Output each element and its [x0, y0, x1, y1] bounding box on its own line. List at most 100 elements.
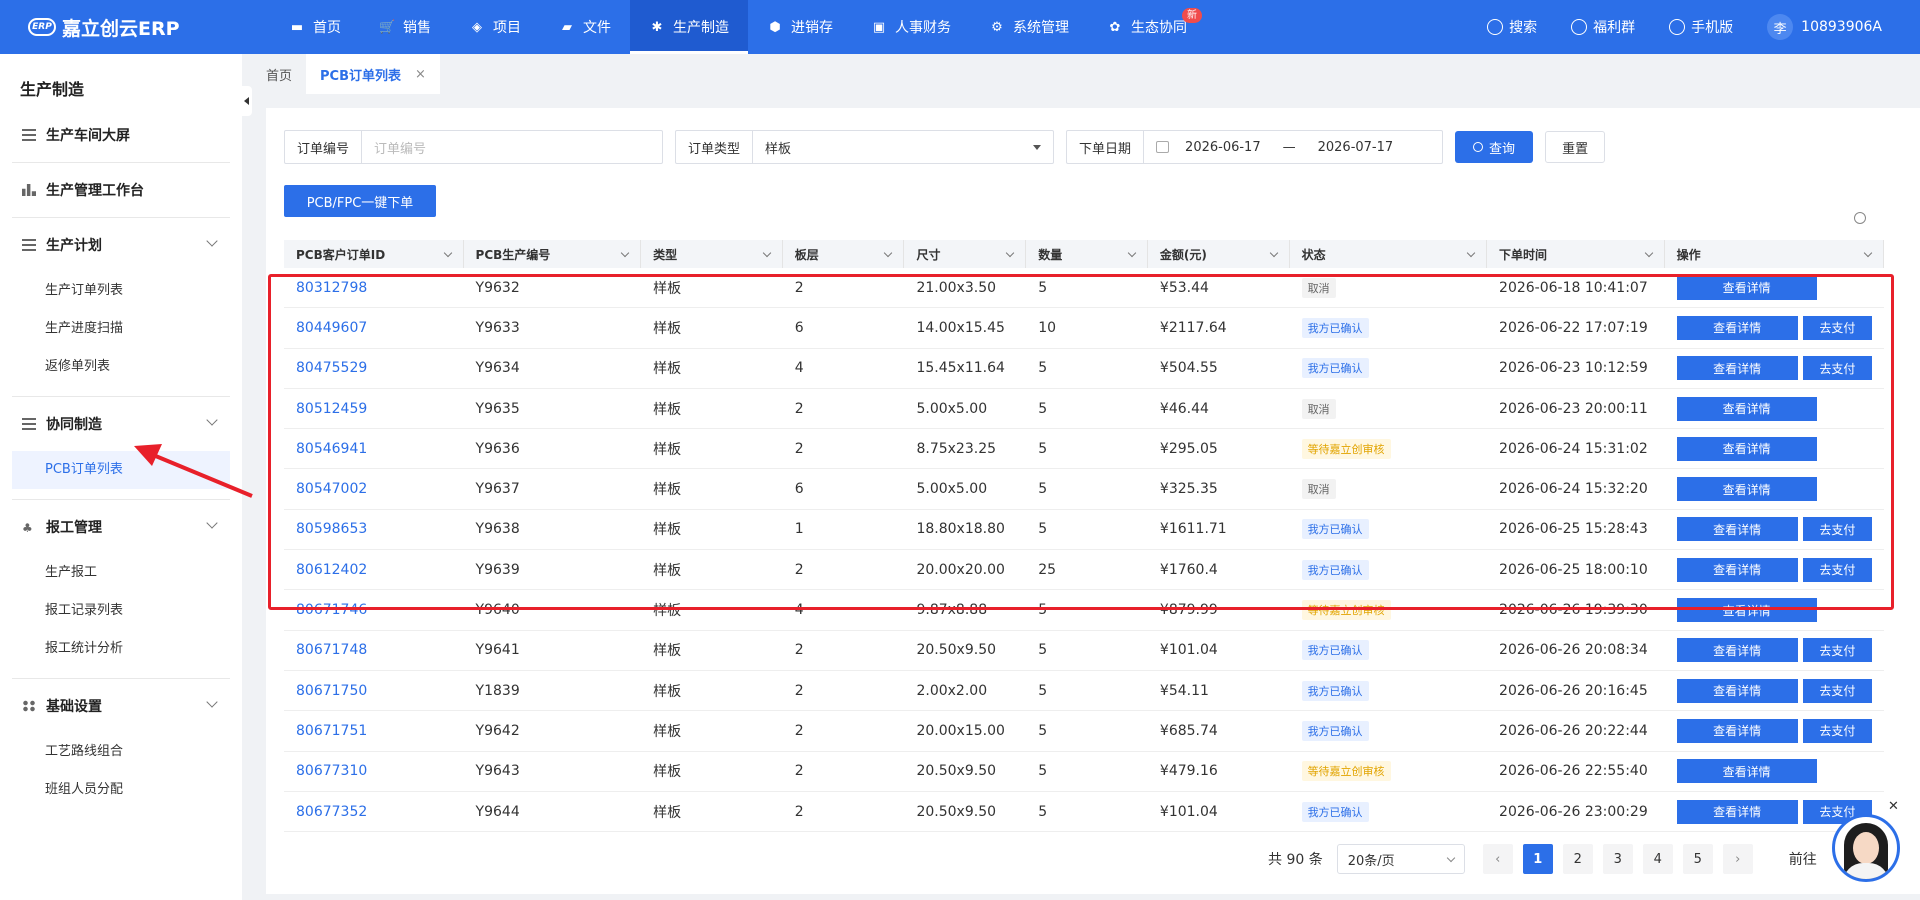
order-id-link[interactable]: 80547002 [284, 481, 464, 497]
pay-button[interactable]: 去支付 [1802, 557, 1873, 582]
view-detail-button[interactable]: 查看详情 [1676, 759, 1817, 784]
search-link[interactable]: 搜索 [1487, 17, 1537, 37]
nav-item-8[interactable]: ✿ 生态协同新 [1088, 0, 1206, 54]
order-id-link[interactable]: 80677310 [284, 763, 464, 779]
nav-item-6[interactable]: ▣ 人事财务 [852, 0, 970, 54]
nav-item-7[interactable]: ⚙ 系统管理 [970, 0, 1088, 54]
sidebar-item[interactable]: 生产订单列表 [12, 272, 230, 310]
order-id-link[interactable]: 80671751 [284, 723, 464, 739]
nav-item-2[interactable]: ◈ 项目 [450, 0, 540, 54]
sidebar-item[interactable]: 生产进度扫描 [12, 310, 230, 348]
pay-button[interactable]: 去支付 [1802, 638, 1873, 663]
cell-time: 2026-06-24 15:32:20 [1499, 481, 1648, 498]
column-settings-icon[interactable] [1854, 212, 1866, 224]
view-detail-button[interactable]: 查看详情 [1676, 275, 1817, 300]
sidebar-collapse-handle[interactable] [242, 86, 252, 116]
nav-item-1[interactable]: 🛒 销售 [360, 0, 450, 54]
view-detail-button[interactable]: 查看详情 [1676, 678, 1798, 703]
sidebar-group-header[interactable]: 基础设置 [12, 679, 230, 733]
order-id-link[interactable]: 80312798 [284, 280, 464, 296]
view-detail-button[interactable]: 查看详情 [1676, 638, 1798, 663]
tab-home[interactable]: 首页 [252, 54, 306, 94]
sidebar-item[interactable]: 工艺路线组合 [12, 733, 230, 771]
query-button[interactable]: 查询 [1455, 131, 1534, 163]
reset-button[interactable]: 重置 [1545, 131, 1606, 163]
order-id-link[interactable]: 80671746 [284, 602, 464, 618]
order-id-link[interactable]: 80546941 [284, 441, 464, 457]
order-id-link[interactable]: 80677352 [284, 804, 464, 820]
pay-button[interactable]: 去支付 [1802, 315, 1873, 340]
nav-item-4[interactable]: ✱ 生产制造 [630, 0, 748, 54]
column-header[interactable]: 类型 [641, 240, 783, 268]
date-end[interactable]: 2026-07-17 [1318, 140, 1394, 155]
welfare-group-link[interactable]: 福利群 [1571, 17, 1635, 37]
view-detail-button[interactable]: 查看详情 [1676, 799, 1798, 824]
status-badge: 我方已确认 [1301, 720, 1369, 741]
view-detail-button[interactable]: 查看详情 [1676, 356, 1798, 381]
view-detail-button[interactable]: 查看详情 [1676, 315, 1798, 340]
page-size-select[interactable]: 20条/页 [1336, 844, 1465, 874]
column-header[interactable]: 数量 [1026, 240, 1148, 268]
pay-button[interactable]: 去支付 [1802, 718, 1873, 743]
order-id-link[interactable]: 80475529 [284, 360, 464, 376]
nav-item-5[interactable]: ⬢ 进销存 [748, 0, 852, 54]
date-start[interactable]: 2026-06-17 [1185, 140, 1261, 155]
finance-icon: ▣ [872, 19, 886, 35]
page-button-4[interactable]: 4 [1642, 844, 1673, 874]
view-detail-button[interactable]: 查看详情 [1676, 718, 1798, 743]
sidebar-group-header[interactable]: 生产车间大屏 [12, 108, 230, 162]
column-header[interactable]: 操作 [1665, 240, 1885, 268]
view-detail-button[interactable]: 查看详情 [1676, 517, 1798, 542]
sidebar-item[interactable]: 报工记录列表 [12, 592, 230, 630]
date-range-picker[interactable]: 2026-06-17 — 2026-07-17 [1144, 131, 1442, 163]
sidebar-item[interactable]: 报工统计分析 [12, 630, 230, 668]
sidebar-item[interactable]: 返修单列表 [12, 348, 230, 386]
column-header[interactable]: 尺寸 [904, 240, 1027, 268]
close-icon[interactable]: × [415, 67, 426, 82]
pay-button[interactable]: 去支付 [1802, 356, 1873, 381]
column-header[interactable]: 下单时间 [1487, 240, 1665, 268]
next-page-button[interactable]: › [1722, 844, 1753, 874]
view-detail-button[interactable]: 查看详情 [1676, 477, 1817, 502]
table-row: 80677352 Y9644 样板 2 20.50x9.50 5 ¥101.04 我方已确认 2… [284, 792, 1884, 833]
nav-item-3[interactable]: ▰ 文件 [540, 0, 630, 54]
order-id-link[interactable]: 80512459 [284, 401, 464, 417]
sidebar-group-header[interactable]: 生产管理工作台 [12, 163, 230, 217]
mobile-link[interactable]: 手机版 [1669, 17, 1733, 37]
order-no-input[interactable]: 订单编号 [362, 131, 662, 163]
order-id-link[interactable]: 80449607 [284, 320, 464, 336]
cell-prod: Y9636 [475, 440, 520, 457]
sidebar-item[interactable]: 生产报工 [12, 554, 230, 592]
sidebar-group-header[interactable]: ♣ 报工管理 [12, 500, 230, 554]
pay-button[interactable]: 去支付 [1802, 517, 1873, 542]
user-menu[interactable]: 李 10893906A [1767, 14, 1882, 40]
order-id-link[interactable]: 80671750 [284, 683, 464, 699]
page-button-5[interactable]: 5 [1682, 844, 1713, 874]
page-button-2[interactable]: 2 [1562, 844, 1593, 874]
column-header[interactable]: PCB客户订单ID [284, 240, 464, 268]
close-icon[interactable]: ✕ [1888, 799, 1899, 814]
column-header[interactable]: PCB生产编号 [464, 240, 642, 268]
column-header[interactable]: 金额(元) [1148, 240, 1290, 268]
page-button-1[interactable]: 1 [1522, 844, 1553, 874]
view-detail-button[interactable]: 查看详情 [1676, 557, 1798, 582]
pcb-fpc-order-button[interactable]: PCB/FPC一键下单 [284, 185, 436, 217]
pay-button[interactable]: 去支付 [1802, 678, 1873, 703]
column-header[interactable]: 状态 [1290, 240, 1488, 268]
order-id-link[interactable]: 80598653 [284, 521, 464, 537]
assistant-avatar[interactable] [1832, 814, 1900, 882]
page-button-3[interactable]: 3 [1602, 844, 1633, 874]
view-detail-button[interactable]: 查看详情 [1676, 598, 1817, 623]
order-id-link[interactable]: 80671748 [284, 642, 464, 658]
order-id-link[interactable]: 80612402 [284, 562, 464, 578]
nav-item-0[interactable]: ▬ 首页 [270, 0, 360, 54]
column-header[interactable]: 板层 [783, 240, 905, 268]
prev-page-button[interactable]: ‹ [1482, 844, 1513, 874]
order-type-select[interactable]: 样板 [753, 131, 1053, 163]
sidebar-group-header[interactable]: 生产计划 [12, 218, 230, 272]
view-detail-button[interactable]: 查看详情 [1676, 436, 1817, 461]
tab-pcb-orders[interactable]: PCB订单列表 × [306, 54, 440, 94]
sidebar-item[interactable]: 班组人员分配 [12, 771, 230, 809]
view-detail-button[interactable]: 查看详情 [1676, 396, 1817, 421]
app-logo[interactable]: ERP 嘉立创云ERP [0, 14, 270, 41]
